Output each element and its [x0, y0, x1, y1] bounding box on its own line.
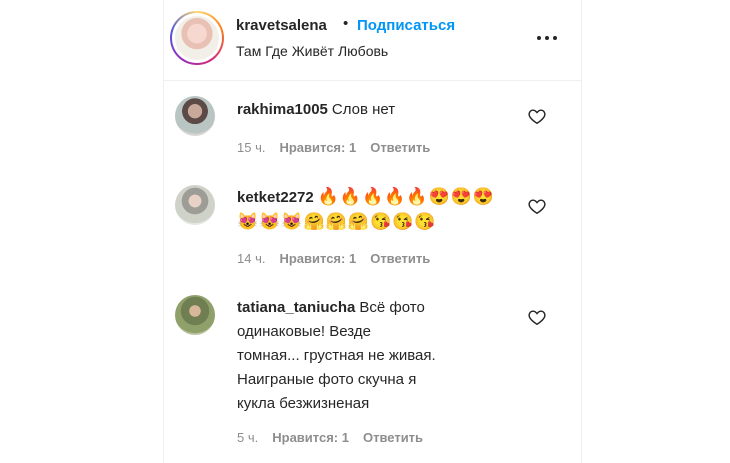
commenter-avatar[interactable] — [175, 295, 215, 335]
commenter-avatar[interactable] — [175, 96, 215, 136]
commenter-avatar[interactable] — [175, 185, 215, 225]
comment-item: ketket2272 🔥🔥🔥🔥🔥😍😍😍 😻😻😻🤗🤗🤗😘😘😘 14 ч. Нравит… — [164, 176, 581, 286]
right-border — [581, 0, 582, 463]
comment-item: tatiana_taniucha Всё фото одинаковые! Вез… — [164, 286, 581, 463]
reply-button[interactable]: Ответить — [370, 140, 430, 155]
more-horizontal-icon[interactable] — [537, 36, 557, 42]
reply-button[interactable]: Ответить — [363, 430, 423, 445]
heart-icon[interactable] — [528, 108, 546, 124]
reply-button[interactable]: Ответить — [370, 251, 430, 266]
comment-username[interactable]: rakhima1005 — [237, 101, 328, 118]
comment-text-line2: 😻😻😻🤗🤗🤗😘😘😘 — [237, 212, 437, 231]
avatar — [175, 16, 219, 60]
comment-username[interactable]: ketket2272 — [237, 189, 314, 206]
post-header: kravetsalena • Подписаться Там Где Живёт… — [164, 0, 581, 81]
header-username[interactable]: kravetsalena — [236, 17, 327, 34]
comment-text: 🔥🔥🔥🔥🔥😍😍😍 — [317, 187, 496, 206]
comment-text: Слов нет — [331, 101, 396, 118]
comment-time[interactable]: 15 ч. — [237, 140, 265, 155]
likes-count[interactable]: Нравится: 1 — [279, 140, 356, 155]
profile-avatar-ring[interactable] — [170, 11, 224, 65]
likes-count[interactable]: Нравится: 1 — [272, 430, 349, 445]
comment-username[interactable]: tatiana_taniucha — [237, 299, 355, 316]
heart-icon[interactable] — [528, 198, 546, 214]
location-link[interactable]: Там Где Живёт Любовь — [236, 43, 388, 59]
heart-icon[interactable] — [528, 309, 546, 325]
separator-dot: • — [343, 15, 349, 32]
comment-item: rakhima1005 Слов нет 15 ч. Нравится: 1 Отве… — [164, 81, 581, 176]
comment-time[interactable]: 14 ч. — [237, 251, 265, 266]
follow-button[interactable]: Подписаться — [357, 17, 455, 34]
likes-count[interactable]: Нравится: 1 — [279, 251, 356, 266]
comment-time[interactable]: 5 ч. — [237, 430, 258, 445]
